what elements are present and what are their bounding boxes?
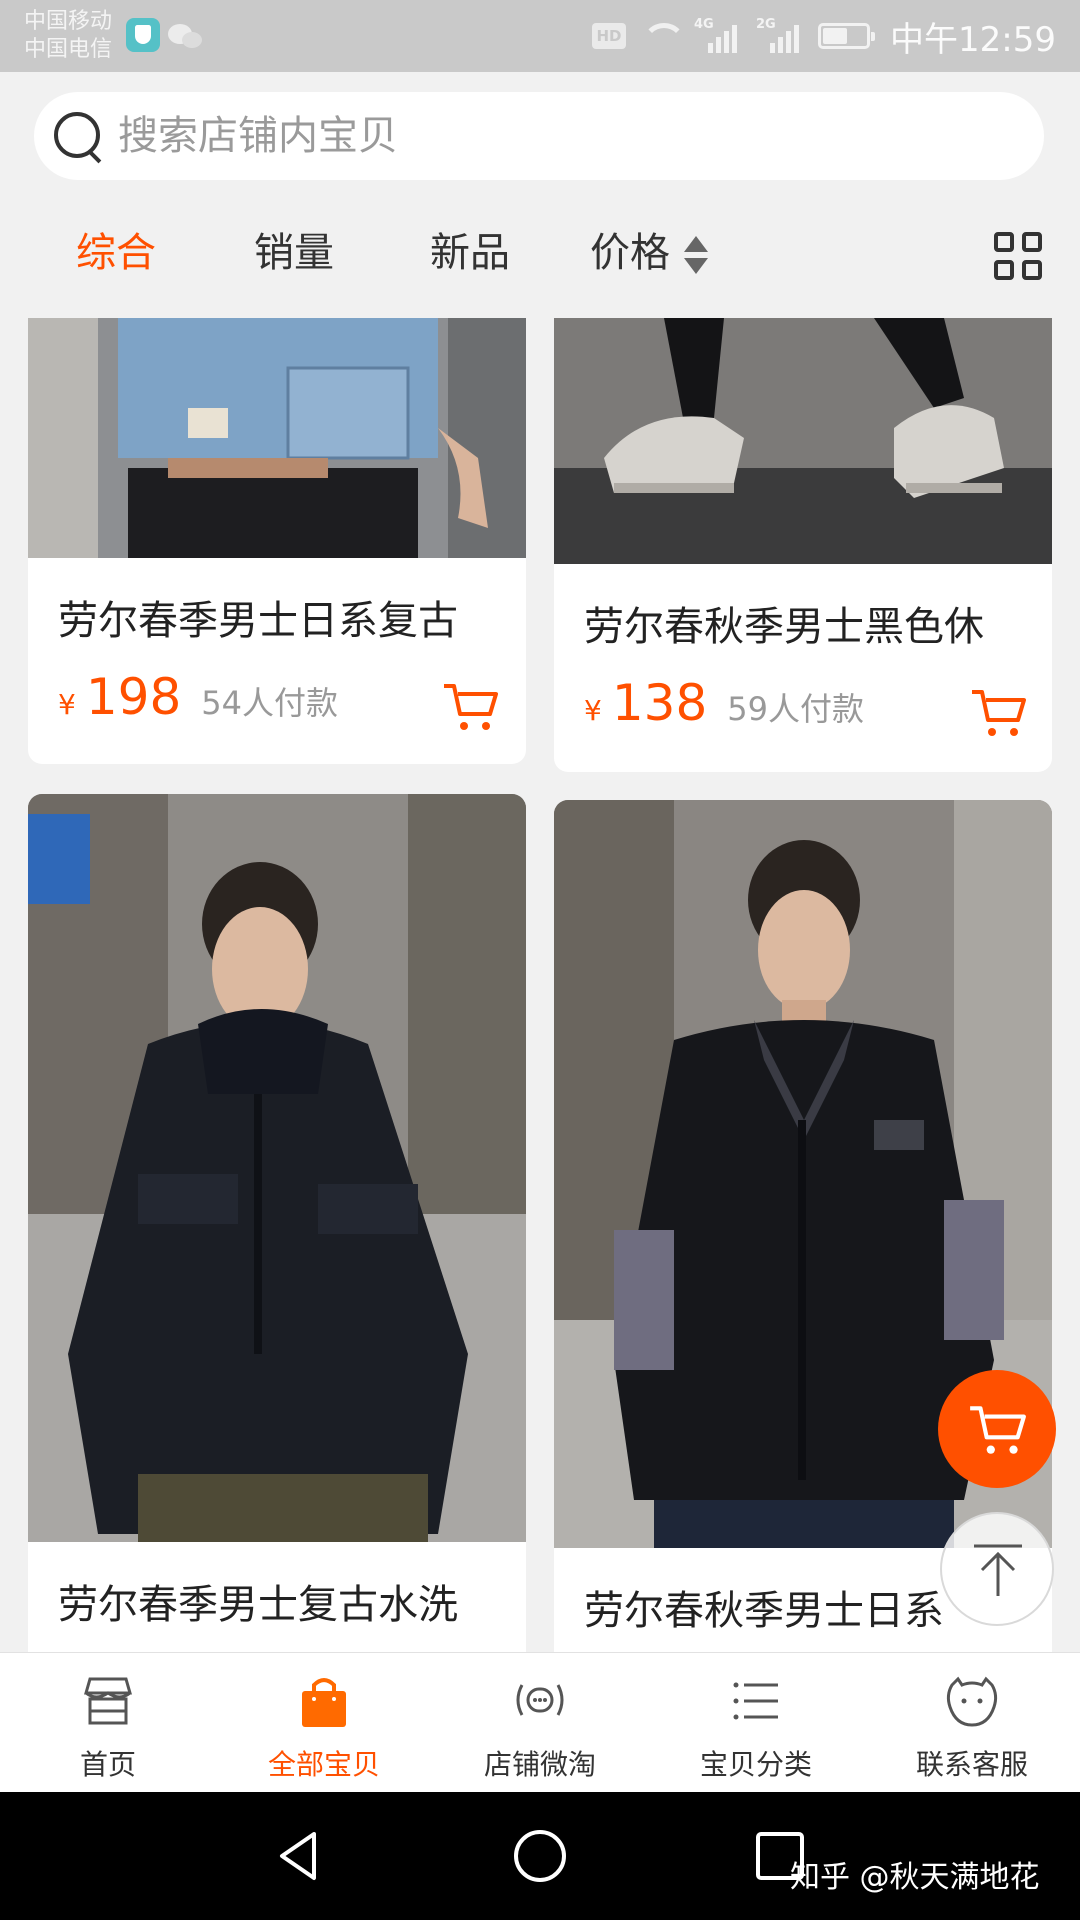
search-input[interactable] (118, 92, 1018, 180)
back-nav-icon[interactable] (270, 1826, 330, 1886)
store-icon (84, 1677, 132, 1725)
currency-symbol: ¥ (58, 688, 76, 721)
network-type-2: 2G (756, 17, 776, 32)
product-price: 198 (85, 668, 182, 726)
wifi-icon (640, 19, 687, 53)
status-time: 中午12:59 (890, 19, 1056, 60)
sold-count: 59人付款 (727, 690, 864, 728)
carrier-info: 中国移动 中国电信 (24, 8, 112, 64)
cart-icon (970, 1406, 1026, 1454)
sort-arrows-icon[interactable] (683, 236, 709, 280)
broadcast-icon (516, 1684, 564, 1716)
sort-bar: 综合 销量 新品 价格 (0, 188, 1080, 318)
product-title[interactable]: 劳尔春秋季男士日系 (584, 1578, 944, 1636)
product-title[interactable]: 劳尔春秋季男士黑色休 (584, 594, 984, 652)
product-card[interactable]: 劳尔春季男士复古水洗 (28, 794, 526, 1652)
product-card[interactable]: 劳尔春季男士日系复古 ¥ 198 54人付款 (28, 318, 526, 764)
tab-label: 联系客服 (915, 1748, 1028, 1781)
signal-icon-2: 2G (756, 17, 804, 55)
add-to-cart-icon[interactable] (968, 684, 1028, 740)
signal-icon: 4G (694, 17, 742, 55)
product-image[interactable] (28, 794, 526, 1542)
search-box[interactable] (34, 92, 1044, 180)
carrier-1: 中国移动 (24, 9, 113, 34)
grid-view-icon[interactable] (994, 232, 1044, 282)
price-row: ¥ 138 59人付款 (584, 674, 864, 734)
add-to-cart-icon[interactable] (440, 678, 500, 734)
product-image[interactable] (554, 318, 1052, 564)
floating-cart-button[interactable] (938, 1370, 1056, 1488)
tab-comprehensive[interactable]: 综合 (76, 228, 156, 278)
wechat-icon (168, 18, 202, 52)
sold-count: 54人付款 (201, 684, 338, 722)
tab-shop-feed[interactable]: 店铺微淘 (432, 1653, 648, 1793)
tab-sales[interactable]: 销量 (254, 228, 334, 278)
tab-price[interactable]: 价格 (590, 228, 670, 278)
chat-face-icon (946, 1676, 998, 1727)
carrier-2: 中国电信 (24, 37, 113, 62)
product-card[interactable]: 劳尔春秋季男士黑色休 ¥ 138 59人付款 (554, 318, 1052, 772)
shield-icon (126, 18, 160, 52)
currency-symbol: ¥ (584, 694, 602, 727)
home-nav-icon[interactable] (510, 1826, 570, 1886)
search-bar (0, 72, 1080, 188)
product-title[interactable]: 劳尔春季男士复古水洗 (58, 1572, 458, 1630)
list-icon (733, 1682, 778, 1720)
tab-label: 宝贝分类 (699, 1748, 812, 1781)
tab-all-items[interactable]: 全部宝贝 (216, 1653, 432, 1793)
status-bar: 中国移动 中国电信 HD 4G 2G 中午12:59 (0, 0, 1080, 72)
tab-home[interactable]: 首页 (0, 1653, 216, 1793)
product-image[interactable] (28, 318, 526, 558)
tab-label: 店铺微淘 (483, 1748, 596, 1781)
bag-icon (302, 1678, 346, 1727)
tab-label: 首页 (79, 1748, 136, 1781)
arrow-up-icon (974, 1544, 1022, 1596)
tab-label: 全部宝贝 (267, 1748, 380, 1781)
product-price: 138 (611, 674, 708, 732)
price-row: ¥ 198 54人付款 (58, 668, 338, 728)
tab-new[interactable]: 新品 (430, 228, 510, 278)
battery-icon (818, 23, 876, 49)
tab-customer-service[interactable]: 联系客服 (864, 1653, 1080, 1793)
network-type-1: 4G (694, 17, 714, 32)
watermark-text: 知乎 @秋天满地花 (790, 1860, 1040, 1895)
product-title[interactable]: 劳尔春季男士日系复古 (58, 588, 458, 646)
tab-categories[interactable]: 宝贝分类 (648, 1653, 864, 1793)
hd-icon: HD (592, 23, 627, 49)
search-icon[interactable] (52, 110, 104, 162)
back-to-top-button[interactable] (940, 1512, 1054, 1626)
bottom-tab-bar: 首页 全部宝贝 店铺微淘 宝贝分类 联系客服 (0, 1652, 1080, 1792)
